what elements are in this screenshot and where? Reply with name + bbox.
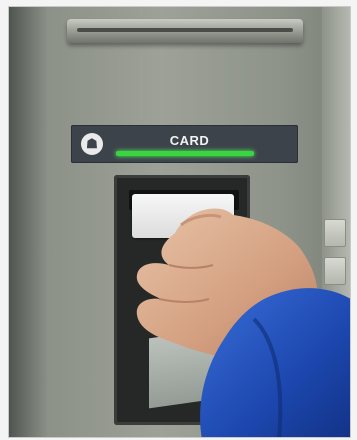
card-label: CARD [169, 133, 210, 148]
jacket-sleeve [200, 288, 350, 437]
atm-side-panel-left [9, 7, 47, 437]
cash-dispenser-slot [67, 19, 303, 43]
atm-photo: ☗ CARD [8, 6, 351, 438]
card-indicator-light [116, 151, 254, 156]
card-reader-panel: ☗ CARD [71, 125, 298, 163]
